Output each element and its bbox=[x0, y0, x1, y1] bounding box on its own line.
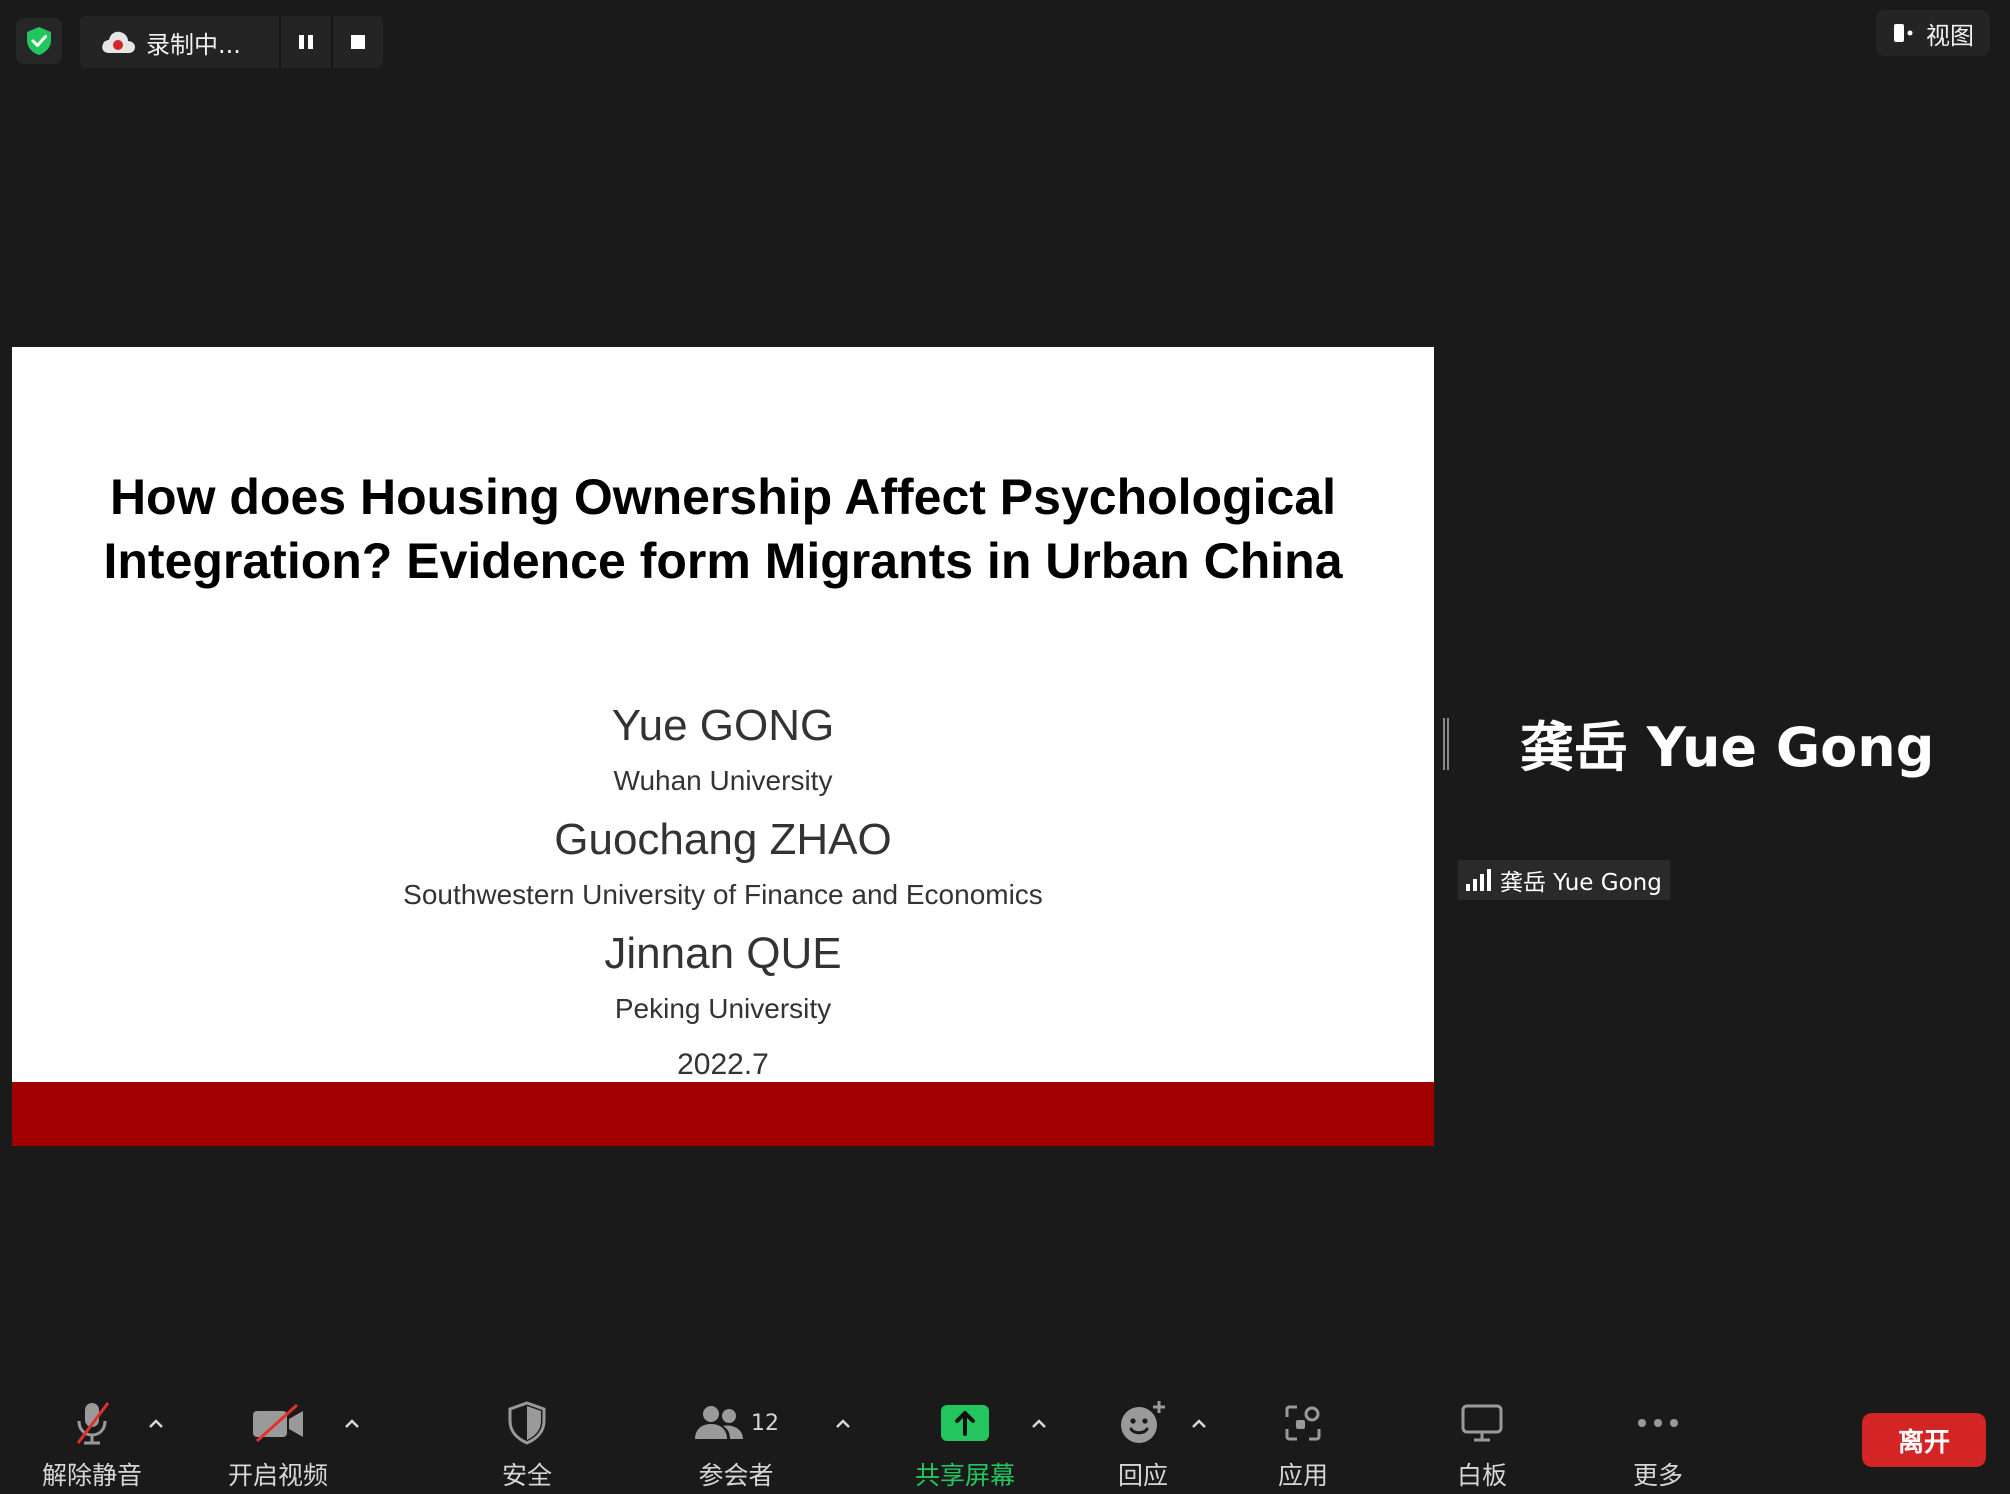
view-button[interactable]: 视图 bbox=[1876, 10, 1990, 56]
share-options-caret[interactable] bbox=[1025, 1410, 1053, 1438]
whiteboard-button[interactable]: 白板 bbox=[1412, 1380, 1552, 1494]
chevron-up-icon bbox=[345, 1419, 359, 1428]
start-video-label: 开启视频 bbox=[227, 1461, 328, 1490]
video-camera-off-icon bbox=[253, 1403, 303, 1443]
view-label: 视图 bbox=[1926, 21, 1974, 50]
author-name: Guochang ZHAO bbox=[554, 815, 892, 864]
chevron-up-icon bbox=[1032, 1419, 1046, 1428]
share-screen-button[interactable]: 共享屏幕 bbox=[895, 1380, 1035, 1494]
speaker-name-label: 龚岳 Yue Gong bbox=[1458, 860, 1670, 900]
meeting-toolbar: 解除静音 开启视频 安全 12 参会者 共享屏幕 回应 应用 白板 更多 bbox=[0, 1380, 2010, 1494]
pause-recording-button[interactable] bbox=[279, 16, 331, 68]
whiteboard-label: 白板 bbox=[1456, 1461, 1507, 1490]
stop-icon bbox=[351, 35, 366, 49]
author-affiliation: Wuhan University bbox=[613, 765, 833, 796]
author-affiliation: Peking University bbox=[614, 993, 832, 1024]
share-screen-icon bbox=[941, 1405, 989, 1441]
reactions-options-caret[interactable] bbox=[1185, 1410, 1213, 1438]
unmute-label: 解除静音 bbox=[41, 1461, 142, 1490]
shared-slide: How does Housing Ownership Affect Psycho… bbox=[12, 347, 1434, 1146]
video-options-caret[interactable] bbox=[338, 1410, 366, 1438]
author-affiliation: Southwestern University of Finance and E… bbox=[403, 879, 1043, 910]
participant-count: 12 bbox=[751, 1410, 779, 1436]
chevron-up-icon bbox=[1192, 1419, 1206, 1428]
slide-date: 2022.7 bbox=[677, 1048, 769, 1081]
shield-check-icon bbox=[27, 27, 51, 55]
author-list: Yue GONG Wuhan University Guochang ZHAO … bbox=[12, 699, 1434, 1087]
apps-label: 应用 bbox=[1277, 1461, 1328, 1490]
leave-meeting-button[interactable]: 离开 bbox=[1862, 1413, 1986, 1467]
pause-icon bbox=[299, 35, 314, 49]
chevron-up-icon bbox=[836, 1419, 850, 1428]
recording-indicator: 录制中... bbox=[80, 16, 383, 68]
speaker-label-text: 龚岳 Yue Gong bbox=[1500, 870, 1662, 896]
whiteboard-icon bbox=[1461, 1404, 1503, 1442]
chevron-up-icon bbox=[149, 1419, 163, 1428]
security-button[interactable]: 安全 bbox=[457, 1380, 597, 1494]
view-layout-icon bbox=[1894, 24, 1913, 42]
emoji-add-icon bbox=[1121, 1401, 1165, 1443]
participants-options-caret[interactable] bbox=[829, 1410, 857, 1438]
share-screen-label: 共享屏幕 bbox=[914, 1461, 1015, 1490]
slide-title: How does Housing Ownership Affect Psycho… bbox=[103, 469, 1343, 589]
more-label: 更多 bbox=[1632, 1461, 1683, 1490]
unmute-button[interactable]: 解除静音 bbox=[22, 1380, 162, 1494]
security-shield-icon bbox=[508, 1401, 546, 1445]
microphone-muted-icon bbox=[76, 1402, 110, 1445]
start-video-button[interactable]: 开启视频 bbox=[208, 1380, 348, 1494]
participants-icon bbox=[695, 1406, 743, 1439]
participants-button[interactable]: 12 参会者 bbox=[666, 1380, 806, 1494]
author-name: Jinnan QUE bbox=[604, 929, 842, 978]
participants-label: 参会者 bbox=[698, 1461, 774, 1490]
slide-accent-band bbox=[12, 1082, 1434, 1146]
cloud-record-icon bbox=[102, 31, 135, 53]
more-dots-icon bbox=[1638, 1419, 1678, 1427]
security-label: 安全 bbox=[501, 1461, 552, 1490]
meeting-window: 录制中... 视图 How does Housing Ownership Aff… bbox=[0, 0, 2010, 1494]
apps-button[interactable]: 应用 bbox=[1233, 1380, 1373, 1494]
apps-icon bbox=[1285, 1405, 1321, 1441]
speaker-display-name: 龚岳 Yue Gong bbox=[1520, 716, 1935, 779]
split-resize-handle[interactable] bbox=[1443, 718, 1449, 770]
more-button[interactable]: 更多 bbox=[1588, 1380, 1728, 1494]
recording-status-text: 录制中... bbox=[146, 30, 241, 59]
connection-signal-icon bbox=[1466, 869, 1491, 891]
recording-status[interactable]: 录制中... bbox=[80, 16, 279, 68]
reactions-label: 回应 bbox=[1117, 1461, 1168, 1490]
author-name: Yue GONG bbox=[611, 701, 835, 750]
leave-label: 离开 bbox=[1897, 1427, 1950, 1458]
security-shield-button[interactable] bbox=[16, 18, 62, 64]
audio-options-caret[interactable] bbox=[142, 1410, 170, 1438]
stop-recording-button[interactable] bbox=[331, 16, 383, 68]
